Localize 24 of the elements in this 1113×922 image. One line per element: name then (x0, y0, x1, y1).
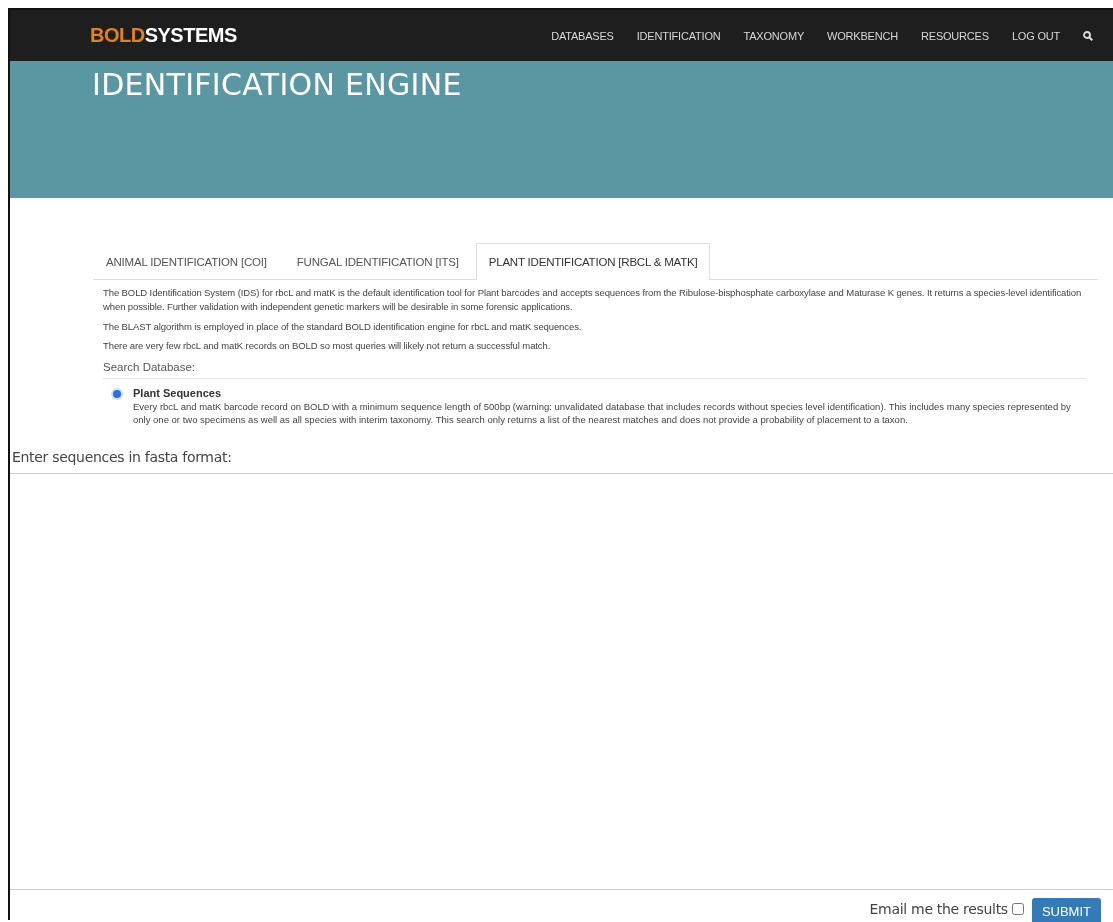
email-label: Email me the results (869, 901, 1008, 917)
sequence-input-field[interactable] (10, 473, 1113, 890)
description-paragraph: The BLAST algorithm is employed in place of the standard BOLD identification engine for rbcL and matK sequences. (103, 319, 583, 334)
search-icon[interactable] (1083, 30, 1093, 41)
email-checkbox[interactable] (1011, 903, 1024, 915)
option-description: Every rbcL and matK barcode record on BOLD with a minimum sequence length of 500bp (warning: unvalidated database that includes records without species level identification). This includes many species represented by only one or two specimens as well as all species with interim taxonomy. This search only returns a list of the nearest matches and does not provide a probability of placement to a taxon. (133, 400, 1072, 427)
nav-link[interactable]: LOG OUT (1011, 29, 1060, 42)
nav-link[interactable]: DATABASES (551, 29, 614, 42)
sequences-label: Enter sequences in fasta format: (12, 449, 233, 466)
tab[interactable]: PLANT IDENTIFICATION [RBCL & MATK] (475, 243, 711, 280)
nav-link[interactable]: RESOURCES (921, 29, 989, 42)
option-name: Plant Sequences (133, 387, 223, 400)
submit-button[interactable]: SUBMIT (1031, 898, 1101, 922)
description-paragraph: The BOLD Identification System (IDS) for rbcL and matK is the default identification tool for Plant barcodes and accepts sequences from the Ribulose-bisphosphate carboxylase and Maturase K genes. It returns a species-level identification when possible. Further validation with independent genetic markers will be desirable in some forensic applications. (103, 286, 1083, 314)
search-database-label: Search Database: (103, 361, 1086, 380)
nav-link[interactable]: WORKBENCH (827, 29, 898, 42)
tab[interactable]: FUNGAL IDENTIFICATION [ITS] (283, 243, 472, 279)
tab[interactable]: ANIMAL IDENTIFICATION [COI] (93, 243, 280, 279)
description-paragraph: There are very few rbcL and matK records on BOLD so most queries will likely not return a successful match. (103, 339, 552, 354)
logo[interactable]: BOLDSYSTEMS (90, 24, 237, 47)
nav-link[interactable]: IDENTIFICATION (636, 29, 721, 42)
page-title: IDENTIFICATION ENGINE (92, 66, 463, 102)
radio-button[interactable] (113, 390, 121, 399)
nav-link[interactable]: TAXONOMY (743, 29, 805, 42)
